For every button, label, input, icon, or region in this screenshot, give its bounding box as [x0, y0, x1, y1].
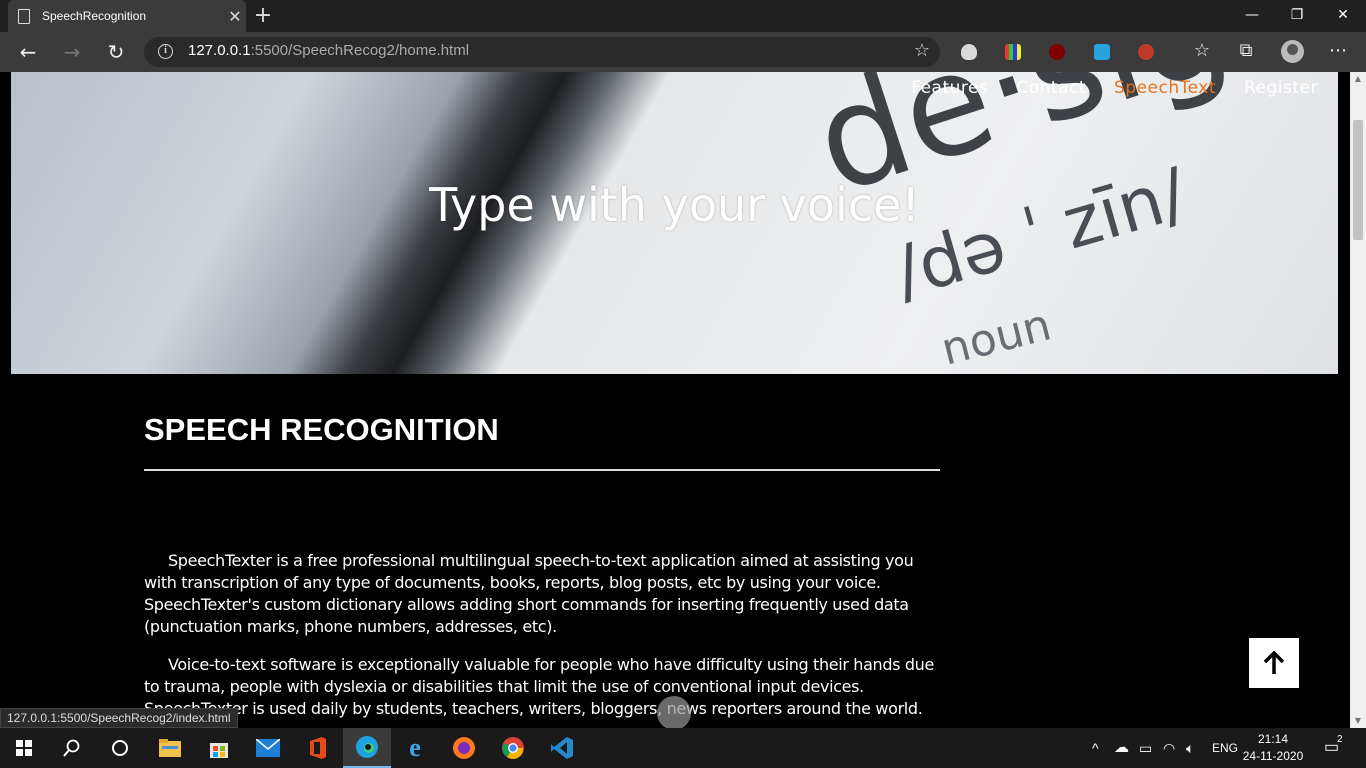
wifi-icon[interactable]: ◠ [1163, 728, 1175, 768]
vscode-icon [551, 737, 573, 759]
restore-button[interactable]: ❐ [1274, 0, 1320, 32]
office-icon [310, 737, 326, 759]
firefox-icon [453, 737, 475, 759]
firefox-app[interactable] [440, 728, 488, 768]
collections-icon[interactable]: ⧉ [1234, 40, 1258, 61]
new-tab-button[interactable]: + [252, 3, 274, 28]
edge-icon [356, 736, 378, 758]
nav-link-contact[interactable]: Contact [1016, 78, 1086, 98]
edge-app[interactable] [343, 728, 391, 768]
paragraph-benefits: Voice-to-text software is exceptionally … [144, 655, 934, 718]
minimize-button[interactable]: — [1229, 0, 1275, 32]
arrow-up-icon [1263, 651, 1285, 674]
browser-toolbar: ← → ↻ i 127.0.0.1:5500/SpeechRecog2/home… [0, 32, 1366, 72]
nav-link-features[interactable]: Features [911, 78, 988, 98]
onedrive-cloud-icon[interactable]: ☁ [1114, 728, 1129, 768]
extension-icon-2[interactable] [1005, 44, 1021, 60]
browser-tab-bar: SpeechRecognition ✕ + — ❐ ✕ [0, 0, 1366, 32]
internet-explorer-app[interactable]: e [391, 728, 439, 768]
vscode-app[interactable] [538, 728, 586, 768]
extension-icon-4[interactable] [1094, 44, 1110, 60]
top-navigation: Features Contact SpeechText Register [911, 78, 1318, 98]
volume-icon[interactable]: 🔈︎ [1186, 728, 1194, 768]
search-icon [63, 739, 80, 757]
vertical-scrollbar[interactable]: ▲ ▼ [1350, 72, 1366, 728]
refresh-button[interactable]: ↻ [100, 38, 132, 66]
chrome-icon [502, 737, 524, 760]
clock-date: 24-11-2020 [1242, 749, 1304, 763]
page-viewport: de·sig /də ˈ zīn/ noun Type with your vo… [0, 72, 1350, 728]
file-explorer-app[interactable] [146, 728, 194, 768]
extension-icon-5[interactable] [1138, 44, 1154, 60]
browser-tab[interactable]: SpeechRecognition ✕ [8, 0, 246, 32]
windows-taskbar: e ^ ☁ ▭ ◠ 🔈︎ ENG 21:14 24-11-2020 ▭ 2 [0, 728, 1366, 768]
scroll-down-arrow[interactable]: ▼ [1350, 714, 1366, 728]
favorites-icon[interactable]: ☆ [1190, 40, 1214, 61]
close-tab-icon[interactable]: ✕ [224, 7, 246, 26]
mail-app[interactable] [244, 728, 292, 768]
scroll-up-arrow[interactable]: ▲ [1350, 72, 1366, 86]
battery-icon[interactable]: ▭ [1139, 728, 1152, 768]
title-divider [144, 469, 940, 471]
show-hidden-icons-chevron-icon[interactable]: ^ [1092, 728, 1099, 768]
page-icon [18, 8, 30, 24]
start-button[interactable] [0, 728, 48, 768]
paragraph-intro: SpeechTexter is a free professional mult… [144, 551, 914, 636]
system-clock[interactable]: 21:14 24-11-2020 [1238, 731, 1308, 765]
nav-link-speechtext[interactable]: SpeechText [1114, 78, 1216, 98]
tab-title: SpeechRecognition [42, 9, 147, 23]
hero-image-word: noun [936, 299, 1057, 374]
hero-headline: Type with your voice! [429, 178, 920, 232]
store-bag-icon [210, 743, 228, 758]
clock-time: 21:14 [1257, 732, 1289, 746]
info-icon[interactable]: i [158, 44, 173, 59]
ublock-icon[interactable] [1049, 44, 1065, 60]
forward-button[interactable]: → [56, 38, 88, 66]
favorite-star-icon[interactable]: ☆ [914, 40, 930, 61]
profile-avatar[interactable] [1281, 40, 1304, 63]
chrome-app[interactable] [489, 728, 537, 768]
more-menu-icon[interactable]: ⋯ [1326, 40, 1350, 61]
internet-explorer-icon: e [409, 733, 421, 762]
language-indicator[interactable]: ENG [1212, 728, 1238, 768]
windows-logo-icon [16, 740, 32, 756]
mail-envelope-icon [256, 739, 280, 757]
search-button[interactable] [48, 728, 96, 768]
back-button[interactable]: ← [12, 38, 44, 66]
hero-banner: de·sig /də ˈ zīn/ noun Type with your vo… [11, 72, 1338, 374]
office-app[interactable] [294, 728, 342, 768]
address-bar[interactable]: i 127.0.0.1:5500/SpeechRecog2/home.html … [144, 37, 940, 67]
folder-icon [159, 739, 181, 757]
store-app[interactable] [195, 728, 243, 768]
url-text[interactable]: 127.0.0.1:5500/SpeechRecog2/home.html [188, 42, 469, 59]
back-to-top-button[interactable] [1249, 638, 1299, 688]
notification-count-badge: 2 [1337, 734, 1343, 745]
scrollbar-thumb[interactable] [1353, 120, 1363, 240]
close-window-button[interactable]: ✕ [1320, 0, 1366, 32]
cursor-indicator [657, 696, 691, 728]
cortana-circle-icon [112, 740, 128, 756]
section-title: SPEECH RECOGNITION [144, 412, 499, 447]
task-view-button[interactable] [96, 728, 144, 768]
nav-link-register[interactable]: Register [1244, 78, 1318, 98]
status-bar-url: 127.0.0.1:5500/SpeechRecog2/index.html [0, 708, 238, 728]
extension-icon-1[interactable] [961, 44, 977, 60]
